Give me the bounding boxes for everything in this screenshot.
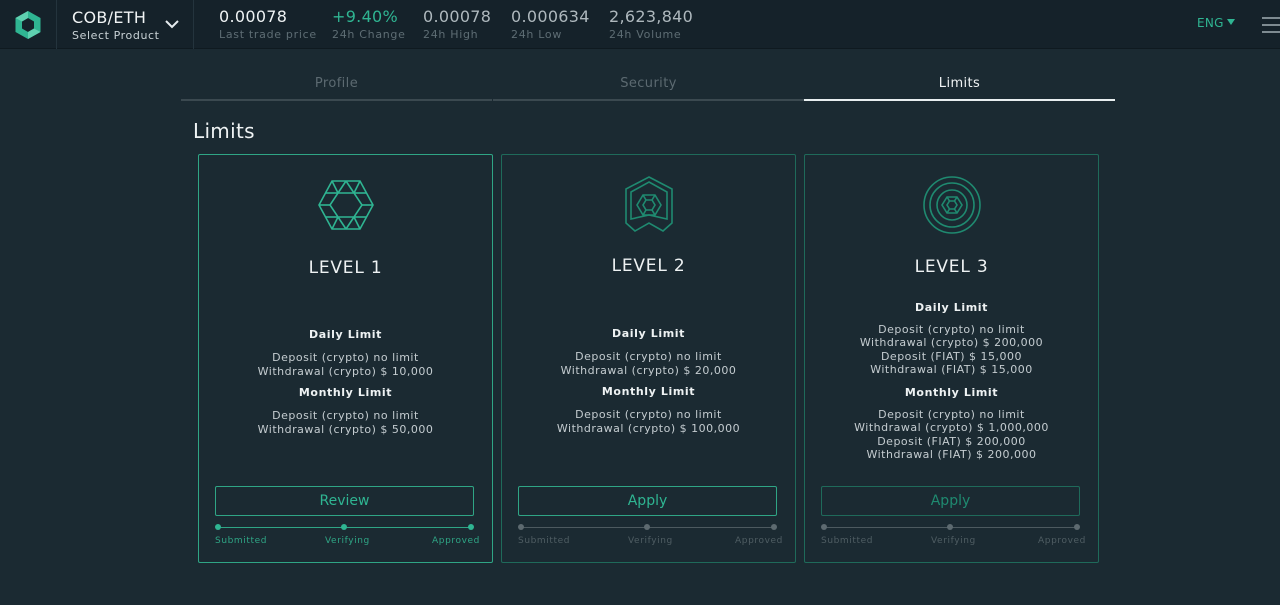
daily-limit-title: Daily Limit	[309, 328, 382, 341]
limit-line: Deposit (crypto) no limit	[575, 408, 722, 421]
step-dot	[215, 524, 221, 530]
product-name: COB/ETH	[72, 8, 147, 27]
limit-card-level-2: LEVEL 2 Daily Limit Deposit (crypto) no …	[501, 154, 796, 563]
limit-line: Withdrawal (FIAT) $ 15,000	[870, 363, 1033, 376]
daily-limit-title: Daily Limit	[612, 327, 685, 340]
stat-value: +9.40%	[332, 7, 399, 26]
step-dot	[771, 524, 777, 530]
limit-line: Withdrawal (crypto) $ 100,000	[556, 422, 741, 435]
step-verifying: Verifying	[325, 536, 370, 546]
limit-card-level-1: LEVEL 1 Daily Limit Deposit (crypto) no …	[198, 154, 493, 563]
hamburger-menu-icon[interactable]	[1262, 17, 1280, 33]
step-dot	[1074, 524, 1080, 530]
limit-line: Withdrawal (FIAT) $ 200,000	[866, 448, 1037, 461]
step-dot	[468, 524, 474, 530]
limit-card-level-3: LEVEL 3 Daily Limit Deposit (crypto) no …	[804, 154, 1099, 563]
step-dot	[644, 524, 650, 530]
stat-24h-change: +9.40% 24h Change	[332, 7, 406, 41]
monthly-limit-title: Monthly Limit	[298, 386, 393, 399]
chevron-down-icon	[165, 20, 179, 29]
stat-24h-volume: 2,623,840 24h Volume	[609, 7, 693, 41]
step-approved: Approved	[735, 536, 783, 546]
tab-security[interactable]: Security	[493, 70, 804, 101]
stat-label: 24h Change	[332, 28, 406, 41]
limit-line: Deposit (FIAT) $ 200,000	[877, 435, 1026, 448]
monthly-limit-title: Monthly Limit	[904, 386, 999, 399]
step-verifying: Verifying	[931, 536, 976, 546]
limit-line: Deposit (crypto) no limit	[878, 408, 1025, 421]
verification-progress: Submitted Verifying Approved	[215, 523, 479, 551]
limit-line: Deposit (FIAT) $ 15,000	[880, 350, 1023, 363]
limit-line: Withdrawal (crypto) $ 10,000	[257, 365, 434, 378]
logo[interactable]	[0, 0, 57, 49]
caret-down-icon	[1226, 19, 1235, 25]
page-title: Limits	[193, 119, 255, 143]
limit-line: Deposit (crypto) no limit	[878, 323, 1025, 336]
limit-line: Deposit (crypto) no limit	[272, 409, 419, 422]
step-verifying: Verifying	[628, 536, 673, 546]
ribbon-badge-icon	[625, 176, 673, 232]
daily-limit-title: Daily Limit	[915, 301, 988, 314]
limit-line: Deposit (crypto) no limit	[272, 351, 419, 364]
product-sub-label: Select Product	[72, 29, 160, 42]
stat-label: 24h Low	[511, 28, 563, 41]
stat-24h-high: 0.00078 24h High	[423, 7, 491, 41]
step-approved: Approved	[432, 536, 480, 546]
apply-button[interactable]: Apply	[518, 486, 777, 516]
apply-button[interactable]: Apply	[821, 486, 1080, 516]
step-dot	[518, 524, 524, 530]
tab-profile[interactable]: Profile	[181, 70, 492, 101]
step-submitted: Submitted	[215, 536, 268, 546]
tab-limits[interactable]: Limits	[804, 70, 1115, 101]
stat-value: 2,623,840	[609, 7, 694, 26]
stat-value: 0.00078	[423, 7, 492, 26]
language-selector[interactable]: ENG	[1197, 16, 1235, 30]
top-bar: COB/ETH Select Product 0.00078 Last trad…	[0, 0, 1280, 49]
level-title: LEVEL 1	[308, 258, 383, 278]
settings-tabs: Profile Security Limits	[181, 70, 1116, 101]
stat-label: 24h High	[423, 28, 479, 41]
circle-seal-icon	[923, 176, 981, 234]
step-submitted: Submitted	[518, 536, 571, 546]
verification-progress: Submitted Verifying Approved	[821, 523, 1085, 551]
stat-last-price: 0.00078 Last trade price	[219, 7, 317, 41]
limit-line: Withdrawal (crypto) $ 200,000	[859, 336, 1044, 349]
level-title: LEVEL 3	[914, 257, 989, 277]
verification-progress: Submitted Verifying Approved	[518, 523, 782, 551]
stat-label: 24h Volume	[609, 28, 682, 41]
limit-line: Withdrawal (crypto) $ 20,000	[560, 364, 737, 377]
level-title: LEVEL 2	[611, 256, 686, 276]
stat-24h-low: 0.000634 24h Low	[511, 7, 590, 41]
stat-value: 0.000634	[511, 7, 590, 26]
step-submitted: Submitted	[821, 536, 874, 546]
language-label: ENG	[1197, 16, 1224, 30]
step-dot	[821, 524, 827, 530]
step-approved: Approved	[1038, 536, 1086, 546]
limit-line: Withdrawal (crypto) $ 1,000,000	[854, 421, 1049, 434]
monthly-limit-title: Monthly Limit	[601, 385, 696, 398]
step-dot	[947, 524, 953, 530]
limit-line: Deposit (crypto) no limit	[575, 350, 722, 363]
hexagon-lattice-icon	[318, 180, 374, 230]
review-button[interactable]: Review	[215, 486, 474, 516]
limit-line: Withdrawal (crypto) $ 50,000	[257, 423, 434, 436]
hexagon-logo-icon	[15, 10, 41, 39]
step-dot	[341, 524, 347, 530]
stat-label: Last trade price	[219, 28, 317, 41]
stat-value: 0.00078	[219, 7, 288, 26]
product-selector[interactable]: COB/ETH Select Product	[57, 0, 194, 49]
